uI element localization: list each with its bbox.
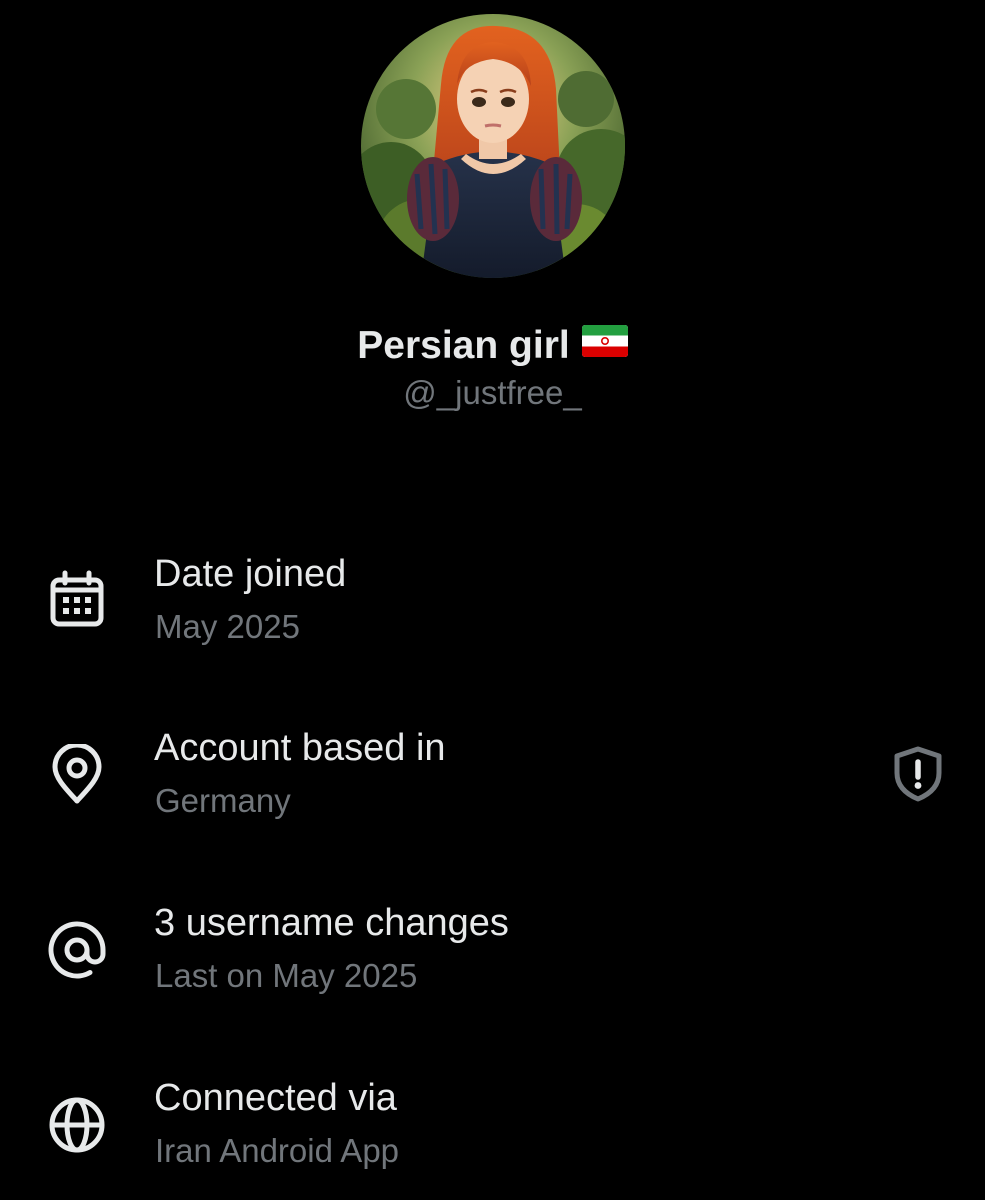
shield-alert-icon[interactable] <box>888 744 948 804</box>
username-changes-value: Last on May 2025 <box>155 957 418 994</box>
connected-via-value: Iran Android App <box>155 1132 400 1169</box>
calendar-icon <box>46 568 108 630</box>
at-sign-icon <box>46 919 108 981</box>
info-row-connected-via: Connected via Iran Android App <box>0 1074 985 1194</box>
info-row-date-joined: Date joined May 2025 <box>0 550 985 670</box>
iran-flag-icon <box>581 317 628 373</box>
account-based-in-label: Account based in <box>154 727 446 769</box>
username-changes-label: 3 username changes <box>154 902 509 944</box>
display-name-row: Persian girl <box>0 318 985 374</box>
display-name: Persian girl <box>357 324 570 367</box>
profile-avatar[interactable] <box>361 14 625 278</box>
info-row-username-changes: 3 username changes Last on May 2025 <box>0 899 985 1019</box>
connected-via-label: Connected via <box>154 1077 397 1119</box>
globe-icon <box>46 1094 108 1156</box>
date-joined-value: May 2025 <box>155 608 300 645</box>
location-pin-icon <box>46 744 108 806</box>
info-row-account-based-in: Account based in Germany <box>0 724 985 844</box>
account-based-in-value: Germany <box>155 782 291 819</box>
date-joined-label: Date joined <box>154 553 347 595</box>
profile-handle: @_justfree_ <box>403 374 582 411</box>
